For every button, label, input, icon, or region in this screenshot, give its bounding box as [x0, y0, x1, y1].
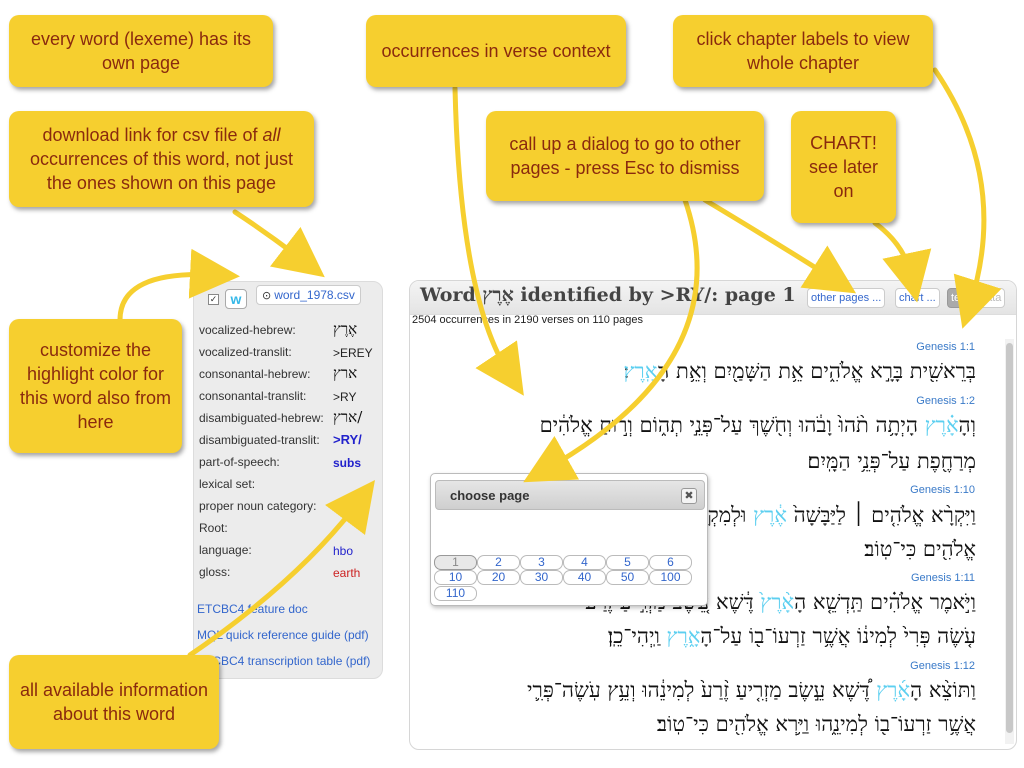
- page-button[interactable]: 4: [563, 555, 606, 570]
- verse-ref-link[interactable]: Genesis 1:10: [910, 484, 975, 496]
- prop-label: consonantal-hebrew:: [199, 367, 311, 381]
- callout-word-page: every word (lexeme) has its own page: [9, 15, 273, 87]
- prop-value: earth: [333, 566, 361, 580]
- callout-dialog: call up a dialog to go to other pages - …: [486, 111, 764, 201]
- verse-ref-link[interactable]: Genesis 1:2: [916, 395, 975, 407]
- title-hebrew-word: אֶרֶץ: [482, 284, 514, 306]
- prop-value: >EREY: [333, 346, 373, 360]
- highlighted-word: אָ֜רֶץ: [876, 678, 911, 702]
- page-button[interactable]: 110: [434, 586, 477, 601]
- transcription-table-link[interactable]: ETCBC4 transcription table (pdf): [197, 654, 370, 668]
- prop-label: gloss:: [199, 565, 231, 579]
- choose-page-dialog: choose page ✖ 1 2 3 4 5 6 10 20 30 40 50…: [430, 473, 708, 606]
- verse-ref-link[interactable]: Genesis 1:12: [910, 660, 975, 672]
- page-button[interactable]: 30: [520, 570, 563, 585]
- verse-line: אֱלֹהִ֖ים כִּי־טֽוֹב׃: [864, 537, 976, 561]
- prop-label: disambiguated-hebrew:: [199, 411, 324, 425]
- verse-line: וַתּוֹצֵ֨א הָאָ֜רֶץ דֶּ֠שֶׁא עֵ֣שֶׂב מַז…: [527, 678, 976, 702]
- page-button[interactable]: 3: [520, 555, 563, 570]
- prop-value: hbo: [333, 544, 354, 558]
- prop-label: disambiguated-translit:: [199, 433, 320, 447]
- page-button[interactable]: 10: [434, 570, 477, 585]
- highlighted-word: אָֽרֶץ: [623, 359, 658, 383]
- page-button[interactable]: 6: [649, 555, 692, 570]
- page-button[interactable]: 50: [606, 570, 649, 585]
- main-header: Word אֶרֶץ identified by >RY/: page 1 ot…: [410, 281, 1016, 315]
- highlighted-word: אֶ֔רֶץ: [753, 503, 787, 527]
- arrow-chart: [872, 220, 932, 303]
- verse-ref-link[interactable]: Genesis 1:11: [911, 572, 975, 584]
- title-suffix: identified by >RY/: page 1: [513, 284, 796, 306]
- scrollbar-thumb[interactable]: [1006, 343, 1013, 733]
- callout-chapter-labels: click chapter labels to view whole chapt…: [673, 15, 933, 87]
- highlighted-word: אָ֗רֶץ: [924, 413, 959, 437]
- dialog-title: choose page: [450, 488, 530, 503]
- mql-guide-link[interactable]: MQL quick reference guide (pdf): [197, 628, 369, 642]
- arrow-download: [232, 209, 325, 278]
- page-button[interactable]: 20: [477, 570, 520, 585]
- prop-label: lexical set:: [199, 477, 256, 491]
- highlighted-word: אָ֑רֶץ: [666, 624, 701, 648]
- dialog-titlebar[interactable]: choose page ✖: [435, 480, 705, 510]
- prop-label: consonantal-translit:: [199, 389, 307, 403]
- prop-value: subs: [333, 456, 362, 470]
- page-button[interactable]: 100: [649, 570, 692, 585]
- prop-label: language:: [199, 543, 252, 557]
- download-icon: ⊙: [262, 290, 272, 302]
- prop-value: >RY: [333, 390, 357, 404]
- prop-label: Root:: [199, 521, 228, 535]
- prop-label: part-of-speech:: [199, 455, 280, 469]
- prop-label: vocalized-translit:: [199, 345, 292, 359]
- callout-download: download link for csv file of all occurr…: [9, 111, 314, 207]
- highlighted-word: אָ֨רֶץ֙: [760, 590, 795, 614]
- csv-download-link[interactable]: ⊙ word_1978.csv: [256, 285, 361, 305]
- page-button[interactable]: 40: [563, 570, 606, 585]
- verse-line: בְּרֵאשִׁ֖ית בָּרָ֣א אֱלֹהִ֑ים אֵ֥ת הַשָ…: [623, 359, 976, 383]
- word-info-panel: ✓ w ⊙ word_1978.csv vocalized-hebrew: אֶר…: [193, 281, 383, 679]
- other-pages-button[interactable]: other pages ...: [807, 288, 886, 308]
- verse-line: אֲשֶׁ֥ר זַרְעוֹ־ב֖וֹ לְמִינֵ֑הוּ וַיַּ֥ר…: [656, 712, 976, 736]
- page-button[interactable]: 5: [606, 555, 649, 570]
- callout-all-info: all available information about this wor…: [9, 655, 219, 749]
- callout-customize: customize the highlight color for this w…: [9, 319, 182, 453]
- verse-ref-link[interactable]: Genesis 1:1: [916, 341, 975, 353]
- feature-doc-link[interactable]: ETCBC4 feature doc: [197, 602, 308, 616]
- verse-line: מְרַחֶ֖פֶת עַל־פְּנֵ֥י הַמָּֽיִם׃: [807, 449, 976, 473]
- close-icon[interactable]: ✖: [681, 488, 697, 504]
- data-view-button[interactable]: data: [976, 288, 1006, 308]
- highlight-checkbox[interactable]: ✓: [208, 293, 219, 305]
- csv-link-label: word_1978.csv: [274, 288, 355, 302]
- occurrence-summary: 2504 occurrences in 2190 verses on 110 p…: [412, 314, 643, 326]
- text-view-button[interactable]: text: [947, 288, 973, 308]
- callout-chart: CHART! see later on: [791, 111, 896, 223]
- highlight-color-button[interactable]: w: [225, 289, 247, 309]
- title-prefix: Word: [420, 284, 483, 306]
- verse-line: וְהָאָ֗רֶץ הָיְתָ֥ה תֹ֨הוּ֙ וָבֹ֔הוּ וְח…: [539, 413, 976, 437]
- chart-button[interactable]: chart ...: [895, 288, 940, 308]
- callout-occurrences: occurrences in verse context: [366, 15, 626, 87]
- prop-label: proper noun category:: [199, 499, 317, 513]
- prop-value: >RY/: [333, 432, 362, 447]
- page-button[interactable]: 1: [434, 555, 477, 570]
- highlight-controls: ✓ w: [208, 289, 247, 309]
- prop-value: ארץ: [333, 364, 358, 382]
- page-button[interactable]: 2: [477, 555, 520, 570]
- prop-value: אֶרֶץ: [333, 320, 358, 338]
- prop-value: ארץ/: [333, 408, 363, 426]
- arrow-chapter-labels: [932, 67, 1002, 329]
- page-title: Word אֶרֶץ identified by >RY/: page 1: [420, 284, 796, 307]
- verse-line: עֹ֤שֶׂה פְּרִי֙ לְמִינ֔וֹ אֲשֶׁ֥ר זַרְעו…: [607, 624, 976, 648]
- prop-label: vocalized-hebrew:: [199, 323, 296, 337]
